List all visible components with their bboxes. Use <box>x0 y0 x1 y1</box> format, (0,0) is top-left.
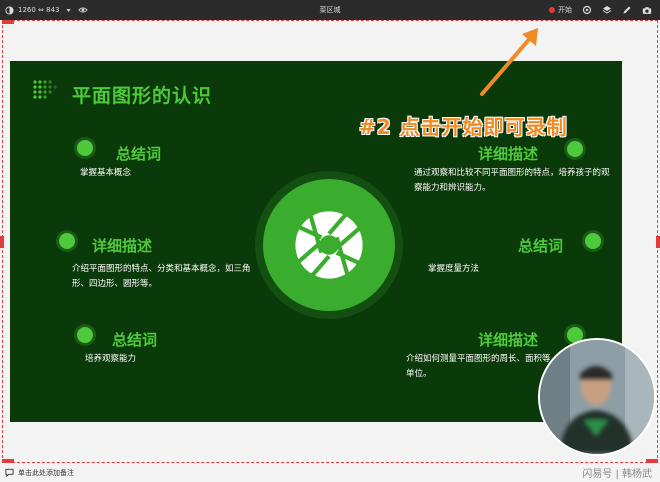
block-text-right-2: 掌握度量方法 <box>428 264 480 274</box>
bullet-right-1 <box>567 141 583 157</box>
record-dot-icon <box>549 7 555 13</box>
toolbar-left: 1260 ⇔ 843 <box>4 0 88 20</box>
window-title: 菜区城 <box>319 6 341 14</box>
webcam-person <box>540 340 654 454</box>
annotation-label: #2 点击开始即可录制 <box>359 115 568 139</box>
add-note-label: 单击此处添加备注 <box>18 468 74 477</box>
webcam-overlay[interactable] <box>538 338 656 456</box>
block-text-left-1: 掌握基本概念 <box>80 168 132 178</box>
bullet-right-2 <box>585 233 601 249</box>
bottom-bar: 单击此处添加备注 <box>0 463 660 482</box>
block-title-right-3: 详细描述 <box>478 331 539 349</box>
decorative-dots-icon <box>33 80 57 99</box>
block-text-left-3: 培养观察能力 <box>85 354 137 364</box>
camera-icon[interactable] <box>642 5 652 15</box>
chevron-down-icon[interactable] <box>64 5 74 15</box>
layers-icon[interactable] <box>602 5 612 15</box>
toolbar-right: 开始 <box>549 0 652 20</box>
start-record-button[interactable]: 开始 <box>549 5 572 15</box>
watermark: 闪易号 | 韩杨武 <box>582 469 652 480</box>
resolution-readout[interactable]: 1260 ⇔ 843 <box>18 6 60 14</box>
start-record-label: 开始 <box>558 6 572 14</box>
block-text-right-1: 通过观察和比较不同平面图形的特点，培养孩子的观察能力和辨识能力。 <box>414 168 610 193</box>
bullet-left-3 <box>77 327 93 343</box>
resize-handle-right[interactable] <box>656 236 660 248</box>
resize-handle-left[interactable] <box>0 236 4 248</box>
block-title-right-2: 总结词 <box>518 237 564 255</box>
pen-icon[interactable] <box>622 5 632 15</box>
add-note-area[interactable]: 单击此处添加备注 <box>4 463 74 482</box>
block-text-left-2: 介绍平面图形的特点、分类和基本概念，如三角形、四边形、圆形等。 <box>72 264 251 289</box>
screenshot-area-icon[interactable] <box>582 5 592 15</box>
resize-handle-top-left[interactable] <box>2 20 14 24</box>
block-title-left-2: 详细描述 <box>92 237 153 255</box>
theme-icon[interactable] <box>4 5 14 15</box>
slide-title: 平面图形的认识 <box>72 85 213 107</box>
block-title-right-1: 详细描述 <box>478 145 539 163</box>
bullet-left-2 <box>59 233 75 249</box>
block-title-left-1: 总结词 <box>116 145 162 163</box>
top-toolbar: 1260 ⇔ 843 菜区城 开始 <box>0 0 660 20</box>
bullet-left-1 <box>77 140 93 156</box>
annotation-arrow-icon <box>480 28 538 96</box>
eye-icon[interactable] <box>77 5 88 15</box>
comment-icon <box>4 468 14 478</box>
block-title-left-3: 总结词 <box>112 331 158 349</box>
aperture-icon <box>294 210 364 280</box>
